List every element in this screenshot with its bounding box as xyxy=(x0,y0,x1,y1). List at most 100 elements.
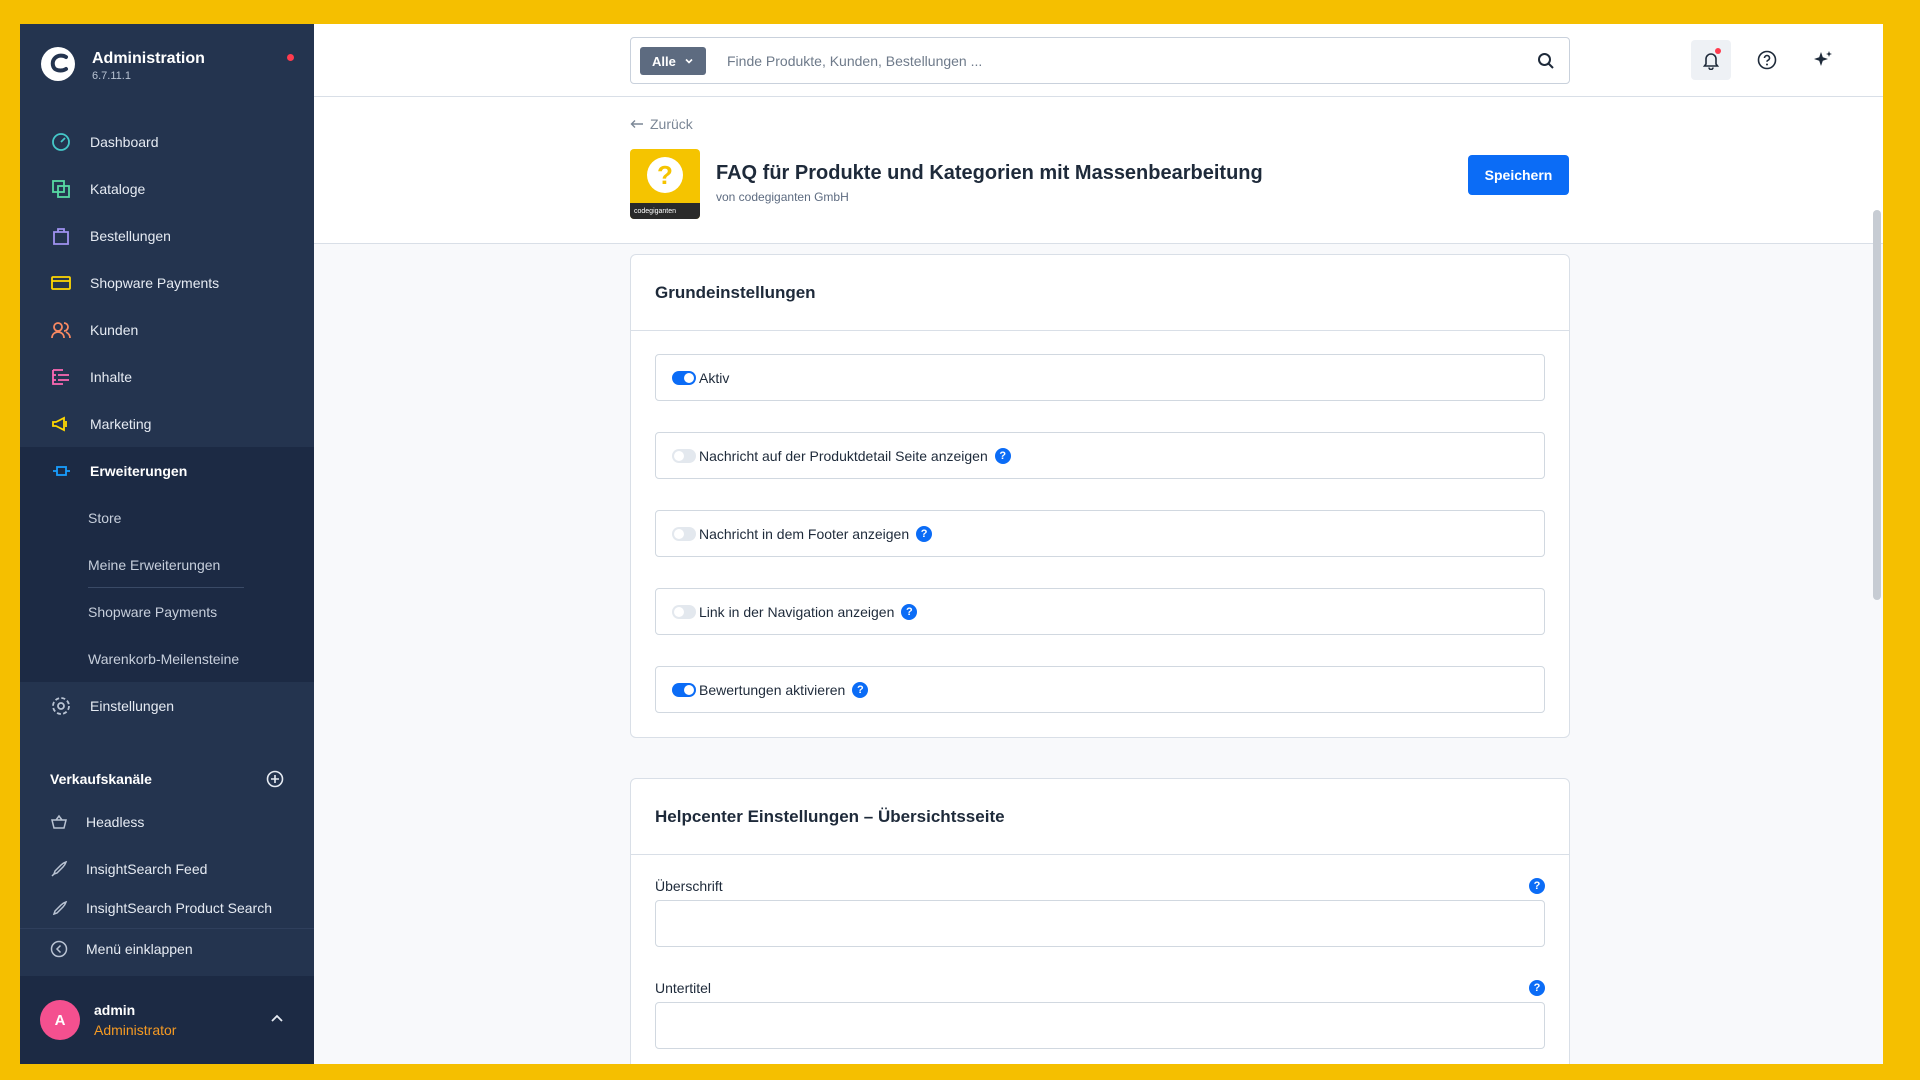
help-button[interactable] xyxy=(1747,40,1787,80)
rocket-icon xyxy=(51,860,68,877)
page-scrollbar[interactable] xyxy=(1873,210,1881,600)
toggle-row-footer-message: Nachricht in dem Footer anzeigen ? xyxy=(655,510,1545,557)
card-title: Grundeinstellungen xyxy=(631,255,1569,331)
nav-item-extensions[interactable]: Erweiterungen xyxy=(20,447,314,494)
save-button[interactable]: Speichern xyxy=(1468,155,1569,195)
product-detail-message-switch[interactable] xyxy=(672,448,696,463)
ai-assistant-button[interactable] xyxy=(1803,40,1843,80)
nav-item-label: Kataloge xyxy=(90,180,146,197)
nav-sub-label: Shopware Payments xyxy=(88,603,218,620)
chevron-left-circle-icon xyxy=(50,940,68,957)
sales-channels-title: Verkaufskanäle xyxy=(50,771,152,787)
subtitle-input[interactable] xyxy=(655,1002,1545,1049)
search-input[interactable] xyxy=(727,46,1507,76)
nav-item-shopware-payments[interactable]: Shopware Payments xyxy=(20,259,314,306)
nav-item-settings[interactable]: Einstellungen xyxy=(20,682,314,729)
customers-icon xyxy=(50,319,72,341)
question-mark-icon: ? xyxy=(647,157,683,193)
search-type-label: Alle xyxy=(652,53,676,69)
toggle-label: Nachricht auf der Produktdetail Seite an… xyxy=(699,447,988,464)
page-header: Zurück ? codegiganten FAQ für Produkte u… xyxy=(314,97,1883,244)
payments-icon xyxy=(50,272,72,294)
notification-dot xyxy=(287,54,294,61)
arrow-left-icon xyxy=(630,120,643,128)
help-circle-icon xyxy=(1757,50,1777,70)
plugin-vendor: von codegiganten GmbH xyxy=(716,190,849,204)
rocket-icon xyxy=(52,900,68,916)
basket-icon xyxy=(51,814,67,829)
navigation-link-switch[interactable] xyxy=(672,604,696,619)
sales-channel-insightsearch-feed[interactable]: InsightSearch Feed xyxy=(20,849,314,889)
toggle-label: Bewertungen aktivieren xyxy=(699,681,846,698)
help-icon[interactable]: ? xyxy=(1529,980,1545,996)
chevron-up-icon[interactable] xyxy=(270,1012,284,1026)
marketing-icon xyxy=(50,413,72,435)
search-type-select[interactable]: Alle xyxy=(640,47,706,75)
nav-item-marketing[interactable]: Marketing xyxy=(20,400,314,447)
toggle-row-ratings: Bewertungen aktivieren ? xyxy=(655,666,1545,713)
search-icon[interactable] xyxy=(1537,52,1555,70)
global-search: Alle xyxy=(630,37,1570,84)
footer-message-switch[interactable] xyxy=(672,526,696,541)
nav-item-label: Marketing xyxy=(90,415,152,432)
ratings-switch[interactable] xyxy=(672,682,696,697)
help-icon[interactable]: ? xyxy=(916,525,933,542)
nav-item-label: Einstellungen xyxy=(90,697,175,714)
nav-sub-store[interactable]: Store xyxy=(20,494,314,541)
add-circle-icon[interactable] xyxy=(266,770,284,788)
back-link[interactable]: Zurück xyxy=(630,116,693,132)
active-switch[interactable] xyxy=(672,370,696,385)
user-name: admin xyxy=(94,1002,136,1018)
notifications-button[interactable] xyxy=(1691,40,1731,80)
brand-version: 6.7.11.1 xyxy=(92,70,131,82)
extensions-icon xyxy=(50,460,72,482)
sales-channel-label: InsightSearch Feed xyxy=(86,861,208,877)
user-menu[interactable]: A admin Administrator xyxy=(20,976,314,1064)
nav-item-catalogues[interactable]: Kataloge xyxy=(20,165,314,212)
nav-item-content[interactable]: Inhalte xyxy=(20,353,314,400)
nav-sub-cart-milestones[interactable]: Warenkorb-Meilensteine xyxy=(20,635,314,682)
brand[interactable]: Administration 6.7.11.1 xyxy=(40,46,300,86)
toggle-label: Nachricht in dem Footer anzeigen xyxy=(699,525,910,542)
nav-sub-shopware-payments[interactable]: Shopware Payments xyxy=(20,588,314,635)
sales-channel-headless[interactable]: Headless xyxy=(20,802,314,842)
nav-sub-my-extensions[interactable]: Meine Erweiterungen xyxy=(20,541,314,588)
nav-sub-label: Store xyxy=(88,509,122,526)
main-nav: Dashboard Kataloge Bestellungen Shopware… xyxy=(20,118,314,729)
help-icon[interactable]: ? xyxy=(1529,878,1545,894)
nav-item-customers[interactable]: Kunden xyxy=(20,306,314,353)
nav-item-dashboard[interactable]: Dashboard xyxy=(20,118,314,165)
page-title: FAQ für Produkte und Kategorien mit Mass… xyxy=(716,162,1263,184)
brand-title: Administration xyxy=(92,50,205,67)
toggle-label: Link in der Navigation anzeigen xyxy=(699,603,895,620)
help-icon[interactable]: ? xyxy=(994,447,1011,464)
orders-icon xyxy=(50,225,72,247)
toggle-row-active: Aktiv xyxy=(655,354,1545,401)
nav-group-extensions: Erweiterungen Store Meine Erweiterungen … xyxy=(20,447,314,682)
nav-sub-label: Meine Erweiterungen xyxy=(88,556,221,573)
nav-item-label: Bestellungen xyxy=(90,227,171,244)
help-icon[interactable]: ? xyxy=(852,681,869,698)
nav-item-orders[interactable]: Bestellungen xyxy=(20,212,314,259)
gear-icon xyxy=(50,695,72,717)
nav-item-label: Erweiterungen xyxy=(90,462,188,479)
nav-item-label: Kunden xyxy=(90,321,139,338)
dashboard-icon xyxy=(50,131,72,153)
back-link-label: Zurück xyxy=(650,116,693,132)
heading-input[interactable] xyxy=(655,900,1545,947)
nav-item-label: Dashboard xyxy=(90,133,159,150)
field-label-subtitle: Untertitel xyxy=(655,980,712,996)
help-icon[interactable]: ? xyxy=(901,603,918,620)
chevron-down-icon xyxy=(685,58,693,64)
nav-sub-label: Warenkorb-Meilensteine xyxy=(88,650,240,667)
sales-channel-insightsearch-product[interactable]: InsightSearch Product Search xyxy=(20,896,314,918)
avatar: A xyxy=(40,1000,80,1040)
sparkles-icon xyxy=(1814,51,1832,66)
card-title: Helpcenter Einstellungen – Übersichtssei… xyxy=(631,779,1569,855)
nav-item-label: Shopware Payments xyxy=(90,274,220,291)
top-actions xyxy=(1691,40,1843,80)
collapse-menu-button[interactable]: Menü einklappen xyxy=(20,928,314,968)
app-window: Administration 6.7.11.1 Dashboard Katalo… xyxy=(20,24,1883,1064)
content-icon xyxy=(50,366,72,388)
sales-channels-heading: Verkaufskanäle xyxy=(20,764,314,794)
